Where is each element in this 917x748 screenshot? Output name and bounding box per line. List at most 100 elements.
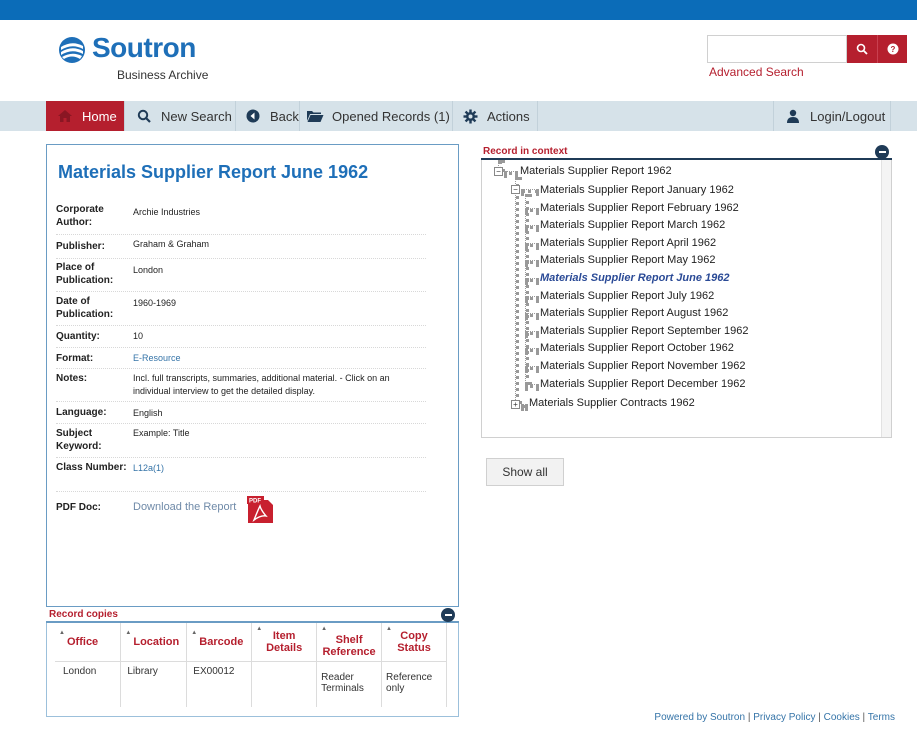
privacy-policy-link[interactable]: Privacy Policy [753, 712, 815, 723]
tree-connector [525, 366, 539, 370]
field-value: Graham & Graham [133, 239, 210, 249]
soutron-logo[interactable]: Soutron Business Archive [58, 32, 258, 84]
terms-link[interactable]: Terms [868, 712, 895, 723]
nav-back[interactable]: Back [236, 101, 300, 131]
advanced-search-link[interactable]: Advanced Search [709, 65, 804, 79]
nav-new-search[interactable]: New Search [125, 101, 236, 131]
collapse-icon[interactable] [875, 145, 889, 159]
folder-open-icon [306, 107, 324, 125]
tree-node-root[interactable]: Materials Supplier Report 1962 [520, 165, 672, 177]
footer: Powered by Soutron | Privacy Policy | Co… [654, 712, 895, 723]
tree-connector [521, 404, 528, 408]
nav-login-logout[interactable]: Login/Logout [773, 101, 891, 131]
field-place-of-publication: Place of Publication: London [56, 259, 426, 292]
tree-toggle-collapse[interactable]: − [494, 167, 503, 176]
col-office[interactable]: ▲ Office [55, 623, 122, 661]
tree-node[interactable]: Materials Supplier Report August 1962 [540, 307, 728, 319]
class-number-link[interactable]: L12a(1) [133, 462, 423, 475]
col-location[interactable]: ▲ Location [120, 623, 188, 661]
tree-toggle-expand[interactable]: + [511, 400, 520, 409]
tree-connector [504, 171, 518, 175]
col-item-details[interactable]: ▲ Item Details [251, 623, 318, 661]
show-all-button[interactable]: Show all [486, 458, 564, 486]
download-report-link[interactable]: Download the Report [133, 501, 243, 514]
sort-icon: ▲ [321, 626, 328, 632]
record-title: Materials Supplier Report June 1962 [58, 162, 369, 182]
tree-scrollbar[interactable] [881, 160, 891, 437]
tree-node[interactable]: Materials Supplier Report July 1962 [540, 290, 714, 302]
tree-node-current[interactable]: Materials Supplier Report June 1962 [540, 272, 730, 284]
nav-new-search-label: New Search [161, 108, 232, 124]
field-value: Example: Title [133, 428, 190, 438]
collapse-icon[interactable] [441, 608, 455, 622]
nav-actions[interactable]: Actions [453, 101, 538, 131]
field-subject-keyword: Subject Keyword: Example: Title [56, 424, 426, 458]
tree-node[interactable]: Materials Supplier Report January 1962 [540, 184, 734, 196]
tree-node[interactable]: Materials Supplier Report November 1962 [540, 360, 745, 372]
field-label: Format: [56, 353, 94, 364]
tree-node[interactable]: Materials Supplier Report February 1962 [540, 202, 739, 214]
user-icon [784, 107, 802, 125]
tree-node[interactable]: Materials Supplier Report October 1962 [540, 342, 734, 354]
tree-connector [515, 177, 519, 404]
tree-connector [525, 384, 539, 388]
tree-connector [525, 331, 539, 335]
col-barcode[interactable]: ▲ Barcode [186, 623, 253, 661]
gear-icon [461, 107, 479, 125]
context-tree: − Materials Supplier Report 1962− Material… [481, 160, 892, 438]
field-corporate-author: Corporate Author: Archie Industries [56, 203, 426, 235]
tree-node[interactable]: Materials Supplier Report March 1962 [540, 219, 725, 231]
col-shelf-reference[interactable]: ▲ Shelf Reference [316, 623, 383, 661]
field-value: 1960-1969 [133, 298, 177, 308]
nav-opened-records[interactable]: Opened Records (1) [300, 101, 453, 131]
field-label: PDF Doc: [56, 502, 101, 513]
pdf-icon[interactable]: PDF [246, 496, 274, 524]
tree-connector [525, 348, 539, 352]
help-button[interactable]: ? [877, 35, 907, 63]
format-link[interactable]: E-Resource [133, 352, 423, 365]
tree-node[interactable]: Materials Supplier Report May 1962 [540, 254, 715, 266]
field-value: English [133, 408, 163, 418]
tree-node-sibling[interactable]: Materials Supplier Contracts 1962 [529, 397, 695, 409]
col-copy-status[interactable]: ▲ Copy Status [381, 623, 447, 661]
tree-connector [525, 260, 539, 264]
svg-text:?: ? [890, 45, 895, 54]
quick-search-input[interactable] [707, 35, 847, 63]
cell-shelf-reference: Reader Terminals [316, 660, 383, 707]
copies-table: ▲ Office ▲ Location ▲ Barcode ▲ Item Details… [55, 623, 447, 707]
back-arrow-icon [244, 107, 262, 125]
powered-by-link[interactable]: Powered by Soutron [654, 712, 745, 723]
logo-mark-icon [59, 37, 85, 63]
nav-home[interactable]: Home [46, 101, 125, 131]
record-in-context-header: Record in context [481, 144, 892, 160]
field-format: Format: E-Resource [56, 348, 426, 369]
record-copies-box: ▲ Office ▲ Location ▲ Barcode ▲ Item Details… [46, 623, 459, 717]
search-icon [856, 43, 868, 55]
tree-connector [525, 208, 539, 212]
record-copies-title: Record copies [49, 609, 118, 620]
brand-subtitle: Business Archive [117, 68, 209, 82]
field-value: London [133, 265, 164, 275]
field-label: Quantity: [56, 331, 100, 342]
record-in-context-title: Record in context [483, 146, 568, 157]
home-icon [56, 107, 74, 125]
cookies-link[interactable]: Cookies [824, 712, 860, 723]
brand-name: Soutron [92, 32, 196, 63]
tree-node[interactable]: Materials Supplier Report April 1962 [540, 237, 716, 249]
tree-toggle-collapse[interactable]: − [511, 185, 520, 194]
sort-icon: ▲ [125, 630, 132, 636]
tree-connector [525, 296, 539, 300]
tree-connector [521, 189, 539, 193]
field-notes: Notes: Incl. full transcripts, summaries… [56, 369, 426, 402]
field-pdf-doc: PDF Doc: Download the Report [56, 498, 426, 522]
search-button[interactable] [847, 35, 877, 63]
tree-connector [525, 313, 539, 317]
question-icon: ? [887, 43, 898, 55]
sort-icon: ▲ [386, 626, 392, 632]
tree-node[interactable]: Materials Supplier Report December 1962 [540, 378, 745, 390]
main-navbar: Home New Search Back Opened Records (1) … [0, 101, 917, 131]
record-copies-header: Record copies [46, 607, 459, 623]
field-language: Language: English [56, 402, 426, 424]
cell-barcode: EX00012 [186, 660, 253, 707]
tree-node[interactable]: Materials Supplier Report September 1962 [540, 325, 749, 337]
